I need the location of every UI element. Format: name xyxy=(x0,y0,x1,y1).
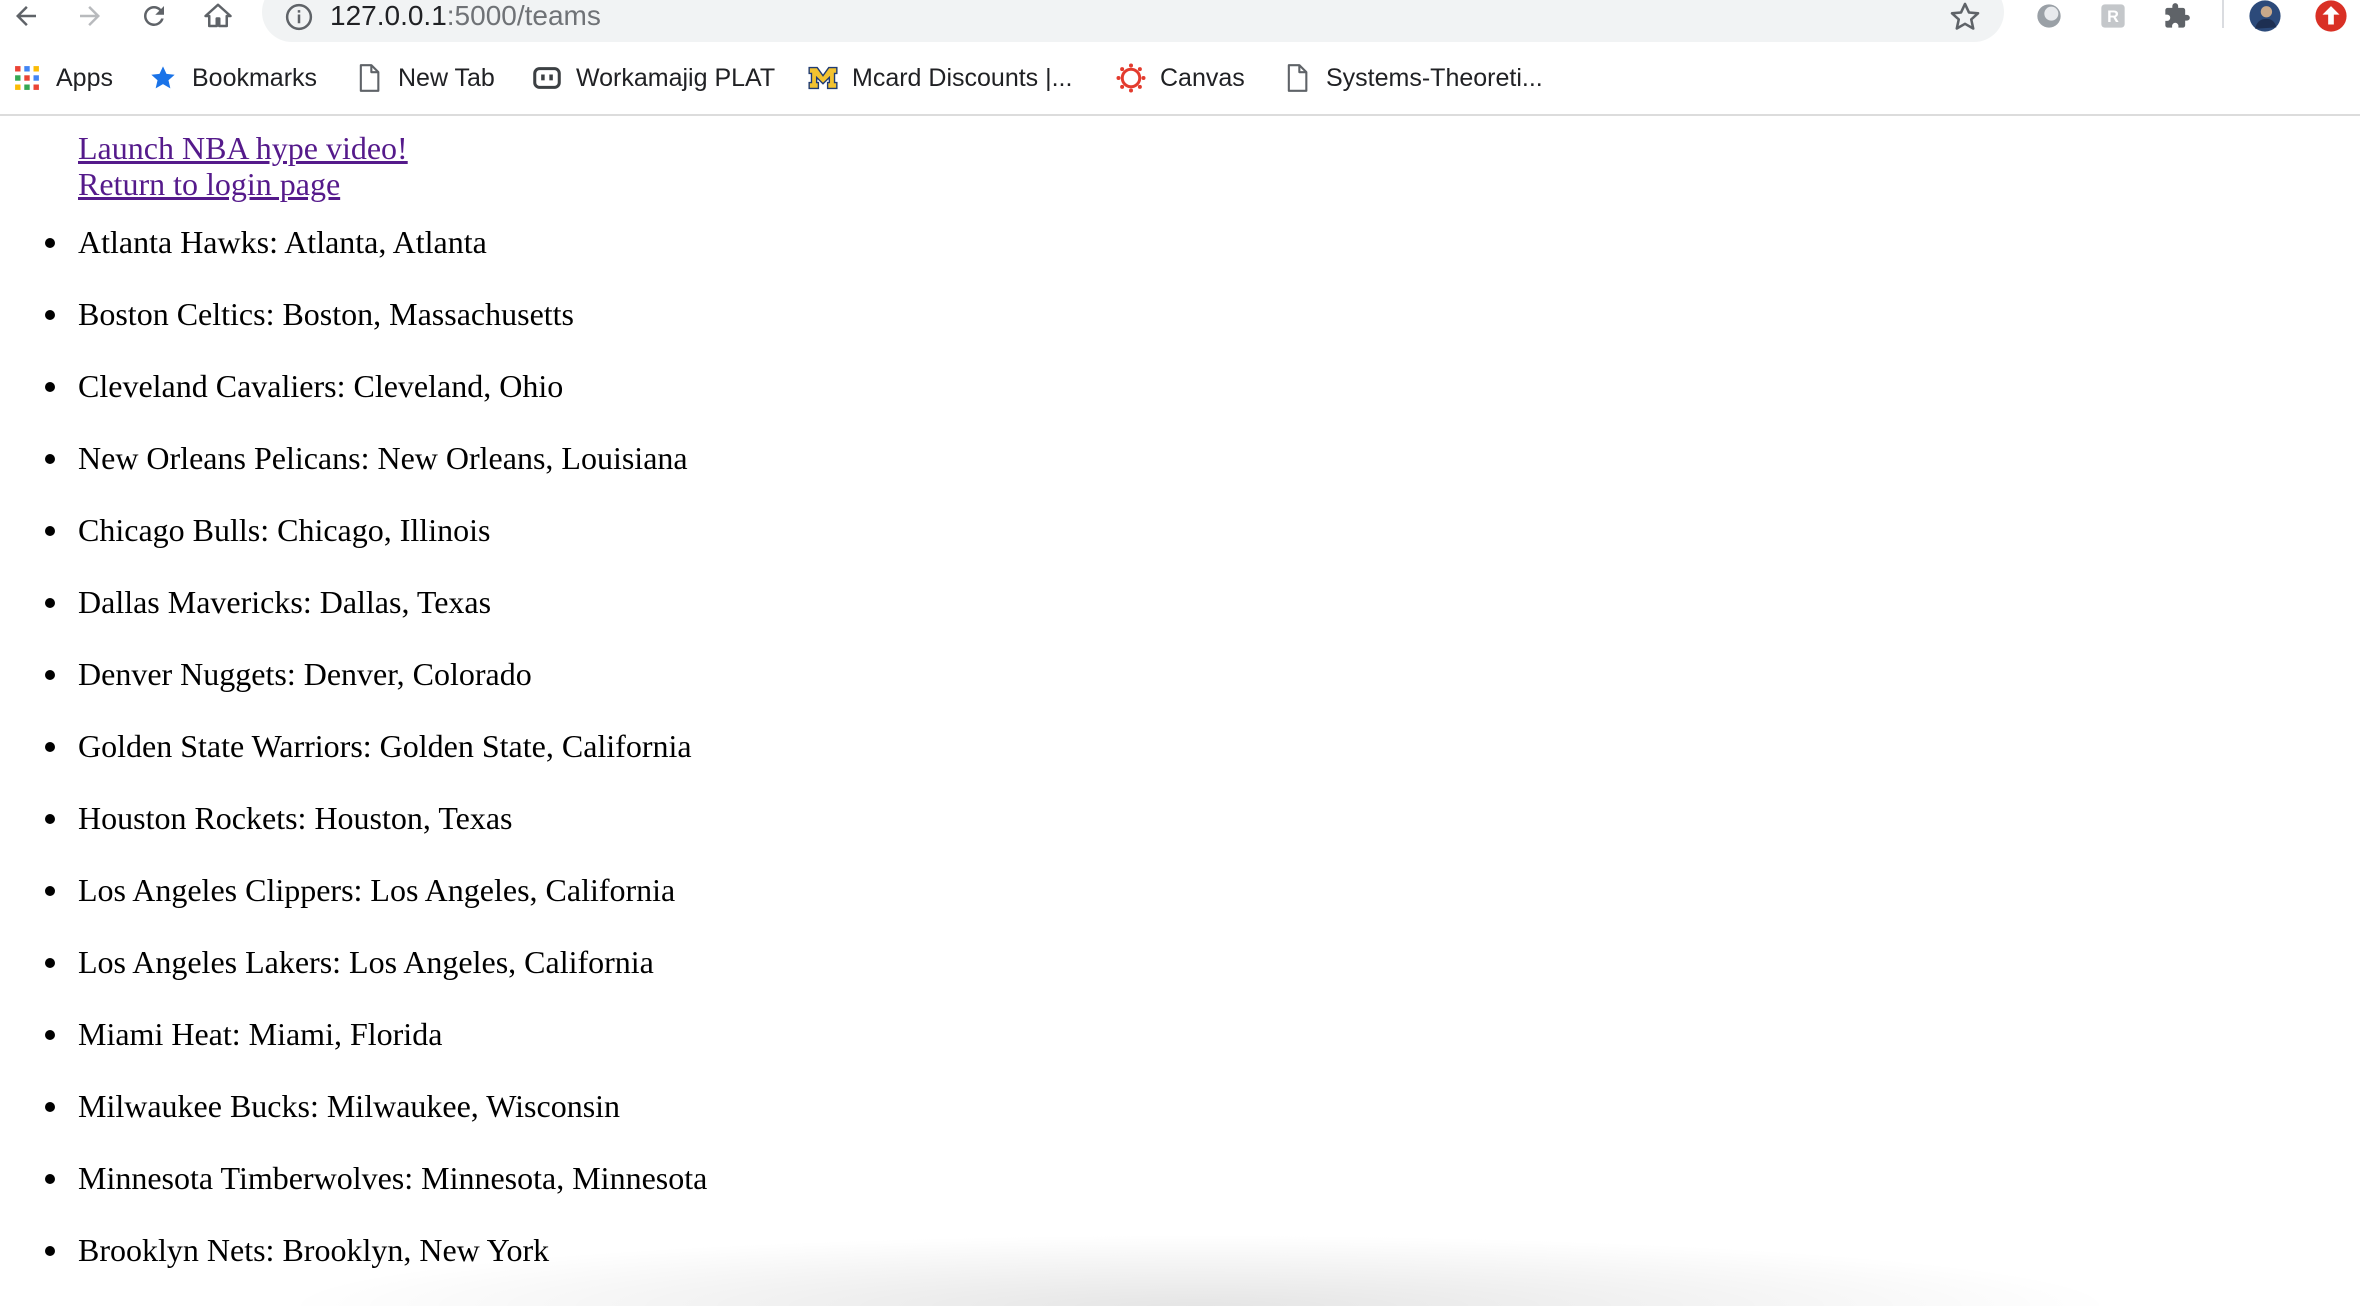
circle-extension-icon xyxy=(2037,4,2061,28)
bullet xyxy=(45,526,55,536)
forward-button[interactable] xyxy=(70,0,110,32)
team-text: Boston Celtics: Boston, Massachusetts xyxy=(78,296,574,332)
teams-list: Atlanta Hawks: Atlanta, Atlanta Boston C… xyxy=(0,222,707,1302)
team-list-item: Denver Nuggets: Denver, Colorado xyxy=(0,654,707,726)
update-arrow-icon xyxy=(2315,0,2347,32)
star-icon xyxy=(148,63,178,93)
bullet xyxy=(45,1246,55,1256)
bookmark-mcard-discounts[interactable]: Mcard Discounts |... xyxy=(808,58,1072,98)
page-icon xyxy=(1282,63,1312,93)
bullet xyxy=(45,1174,55,1184)
bullet xyxy=(45,670,55,680)
avatar-icon xyxy=(2249,0,2281,32)
bookmark-systems-theoretic[interactable]: Systems-Theoreti... xyxy=(1282,58,1543,98)
url-text[interactable]: 127.0.0.1:5000/teams xyxy=(330,0,601,32)
team-list-item: Brooklyn Nets: Brooklyn, New York xyxy=(0,1230,707,1302)
nav-links: Launch NBA hype video! Return to login p… xyxy=(78,130,408,202)
team-list-item: Los Angeles Clippers: Los Angeles, Calif… xyxy=(0,870,707,942)
bullet xyxy=(45,886,55,896)
bullet xyxy=(45,814,55,824)
bullet xyxy=(45,742,55,752)
bullet xyxy=(45,454,55,464)
team-text: Miami Heat: Miami, Florida xyxy=(78,1016,443,1052)
chrome-content-divider xyxy=(0,114,2360,116)
team-list-item: Chicago Bulls: Chicago, Illinois xyxy=(0,510,707,582)
team-list-item: Golden State Warriors: Golden State, Cal… xyxy=(0,726,707,798)
bullet xyxy=(45,382,55,392)
extension-button-1[interactable] xyxy=(2032,0,2066,32)
bookmark-label: Canvas xyxy=(1160,63,1245,92)
reload-button[interactable] xyxy=(134,0,174,32)
svg-text:R: R xyxy=(2107,8,2119,26)
return-to-login-link[interactable]: Return to login page xyxy=(78,166,408,202)
back-arrow-icon xyxy=(16,6,36,26)
team-text: Golden State Warriors: Golden State, Cal… xyxy=(78,728,692,764)
team-text: Cleveland Cavaliers: Cleveland, Ohio xyxy=(78,368,564,404)
team-text: Brooklyn Nets: Brooklyn, New York xyxy=(78,1232,550,1268)
michigan-m-icon xyxy=(808,63,838,93)
workamajig-icon xyxy=(532,63,562,93)
bookmark-label: Workamajig PLAT xyxy=(576,63,776,92)
team-list-item: Cleveland Cavaliers: Cleveland, Ohio xyxy=(0,366,707,438)
bookmark-star-icon[interactable] xyxy=(1948,0,1982,34)
team-text: Chicago Bulls: Chicago, Illinois xyxy=(78,512,491,548)
team-text: New Orleans Pelicans: New Orleans, Louis… xyxy=(78,440,688,476)
team-list-item: Milwaukee Bucks: Milwaukee, Wisconsin xyxy=(0,1086,707,1158)
team-text: Houston Rockets: Houston, Texas xyxy=(78,800,513,836)
puzzle-icon xyxy=(2165,3,2190,28)
bookmark-apps[interactable]: Apps xyxy=(12,58,113,98)
url-path: :5000/teams xyxy=(446,0,601,31)
bullet xyxy=(45,238,55,248)
bookmark-label: Bookmarks xyxy=(192,63,318,92)
home-button[interactable] xyxy=(198,0,238,32)
team-list-item: Los Angeles Lakers: Los Angeles, Califor… xyxy=(0,942,707,1014)
team-text: Dallas Mavericks: Dallas, Texas xyxy=(78,584,492,620)
r-extension-icon: R xyxy=(2101,4,2125,28)
team-list-item: Houston Rockets: Houston, Texas xyxy=(0,798,707,870)
extension-button-2[interactable]: R xyxy=(2096,0,2130,32)
browser-toolbar: 127.0.0.1:5000/teams R xyxy=(0,0,2360,48)
launch-hype-video-link[interactable]: Launch NBA hype video! xyxy=(78,130,408,166)
bullet xyxy=(45,598,55,608)
home-icon xyxy=(204,3,232,28)
team-list-item: Minnesota Timberwolves: Minnesota, Minne… xyxy=(0,1158,707,1230)
bullet xyxy=(45,958,55,968)
bookmark-label: Apps xyxy=(56,63,113,92)
bullet xyxy=(45,310,55,320)
bookmark-label: New Tab xyxy=(398,63,495,92)
team-list-item: Dallas Mavericks: Dallas, Texas xyxy=(0,582,707,654)
toolbar-divider xyxy=(2222,0,2224,28)
team-text: Milwaukee Bucks: Milwaukee, Wisconsin xyxy=(78,1088,621,1124)
team-list-item: Boston Celtics: Boston, Massachusetts xyxy=(0,294,707,366)
canvas-icon xyxy=(1116,63,1146,93)
team-list-item: Miami Heat: Miami, Florida xyxy=(0,1014,707,1086)
team-list-item: Atlanta Hawks: Atlanta, Atlanta xyxy=(0,222,707,294)
bullet xyxy=(45,1102,55,1112)
bookmark-label: Mcard Discounts |... xyxy=(852,63,1073,92)
url-host: 127.0.0.1 xyxy=(330,0,447,31)
team-text: Atlanta Hawks: Atlanta, Atlanta xyxy=(78,224,487,260)
bookmarks-bar: Apps Bookmarks New Tab Workamajig PLAT M… xyxy=(0,58,2360,98)
bookmark-workamajig[interactable]: Workamajig PLAT xyxy=(532,58,775,98)
page-icon xyxy=(354,63,384,93)
team-list-item: New Orleans Pelicans: New Orleans, Louis… xyxy=(0,438,707,510)
team-text: Minnesota Timberwolves: Minnesota, Minne… xyxy=(78,1160,708,1196)
address-bar[interactable]: 127.0.0.1:5000/teams xyxy=(262,0,2004,42)
back-button[interactable] xyxy=(6,0,46,32)
apps-grid-icon xyxy=(12,63,42,93)
extensions-puzzle-button[interactable] xyxy=(2160,0,2194,32)
bookmark-label: Systems-Theoreti... xyxy=(1326,63,1543,92)
team-text: Denver Nuggets: Denver, Colorado xyxy=(78,656,532,692)
site-info-icon[interactable] xyxy=(284,2,314,32)
update-button[interactable] xyxy=(2314,0,2348,32)
forward-arrow-icon xyxy=(80,6,100,26)
bullet xyxy=(45,1030,55,1040)
bookmark-bookmarks[interactable]: Bookmarks xyxy=(148,58,317,98)
bookmark-canvas[interactable]: Canvas xyxy=(1116,58,1245,98)
profile-avatar-button[interactable] xyxy=(2248,0,2282,32)
reload-icon xyxy=(144,5,164,26)
team-text: Los Angeles Clippers: Los Angeles, Calif… xyxy=(78,872,676,908)
bookmark-new-tab[interactable]: New Tab xyxy=(354,58,495,98)
team-text: Los Angeles Lakers: Los Angeles, Califor… xyxy=(78,944,654,980)
